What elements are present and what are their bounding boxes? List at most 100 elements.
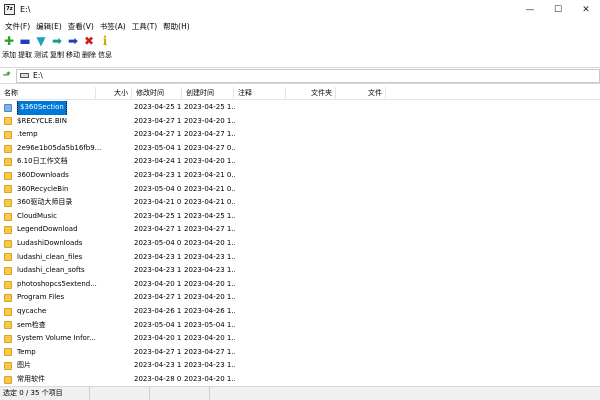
file-row[interactable]: $RECYCLE.BIN 2023-04-27 1...2023-04-20 1.… — [0, 115, 600, 129]
file-size — [120, 101, 132, 115]
file-name: sem检查 — [17, 320, 46, 329]
col-files[interactable]: 文件 — [336, 86, 386, 100]
file-row[interactable]: 360Downloads 2023-04-23 1...2023-04-21 0.… — [0, 169, 600, 183]
toolbar-button-info[interactable]: i 信息 — [97, 34, 113, 64]
address-path: E:\ — [33, 71, 43, 80]
file-name-cell: 360Downloads — [0, 169, 120, 183]
menu-help[interactable]: 帮助(H) — [160, 21, 193, 32]
file-size — [120, 196, 132, 210]
file-row[interactable]: ludashi_clean_files 2023-04-23 1...2023-0… — [0, 251, 600, 265]
file-modified: 2023-05-04 0... — [134, 238, 182, 247]
menu-edit[interactable]: 编辑(E) — [33, 21, 65, 32]
folder-icon — [4, 185, 12, 194]
file-size — [120, 332, 132, 346]
col-created[interactable]: 创建时间 — [182, 86, 234, 100]
file-name-cell: 360RecycleBin — [0, 183, 120, 197]
file-name-cell: System Volume Infor... — [0, 332, 120, 346]
file-name-cell: CloudMusic — [0, 210, 120, 224]
file-modified: 2023-04-25 1... — [134, 211, 182, 220]
address-input[interactable]: E:\ — [16, 68, 600, 83]
delete-icon: ✖ — [83, 34, 95, 48]
file-name: 图片 — [17, 361, 31, 370]
file-modified: 2023-04-23 1... — [134, 170, 182, 179]
app-icon: 7z — [4, 4, 15, 15]
file-size — [120, 291, 132, 305]
file-name-cell: 6.10日工作文档 — [0, 155, 120, 169]
drive-icon — [20, 73, 29, 78]
toolbar-button-delete[interactable]: ✖ 删除 — [81, 34, 97, 64]
menu-bookmarks[interactable]: 书签(A) — [97, 21, 129, 32]
status-bar: 选定 0 / 35 个项目 — [0, 386, 600, 400]
copy-icon: ➡ — [51, 34, 63, 48]
toolbar-button-add[interactable]: ✚ 添加 — [1, 34, 17, 64]
minimize-button[interactable]: — — [516, 0, 544, 19]
file-row[interactable]: sem检查 2023-05-04 1...2023-05-04 1... — [0, 319, 600, 333]
file-row[interactable]: Temp 2023-04-27 1...2023-04-27 1... — [0, 346, 600, 360]
folder-icon — [4, 348, 12, 357]
file-size — [120, 128, 132, 142]
toolbar-label: 提取 — [18, 51, 32, 59]
file-name: 360Downloads — [17, 170, 69, 179]
file-row[interactable]: CloudMusic 2023-04-25 1...2023-04-25 1... — [0, 210, 600, 224]
file-row[interactable]: LegendDownload 2023-04-27 1...2023-04-27 … — [0, 223, 600, 237]
file-created: 2023-04-21 0... — [184, 184, 235, 193]
col-folders[interactable]: 文件夹 — [286, 86, 336, 100]
file-row[interactable]: 6.10日工作文档 2023-04-24 1...2023-04-20 1... — [0, 155, 600, 169]
file-created: 2023-04-20 1... — [184, 116, 235, 125]
file-modified: 2023-04-21 0... — [134, 198, 182, 207]
file-created: 2023-04-20 1... — [184, 157, 235, 166]
file-modified: 2023-04-27 1... — [134, 225, 182, 234]
status-selection: 选定 0 / 35 个项目 — [0, 386, 90, 400]
folder-icon — [4, 144, 12, 153]
toolbar-button-copy[interactable]: ➡ 复制 — [49, 34, 65, 64]
file-row[interactable]: $360Section 2023-04-25 1...2023-04-25 1..… — [0, 101, 600, 115]
file-name: 6.10日工作文档 — [17, 157, 68, 166]
menu-file[interactable]: 文件(F) — [2, 21, 33, 32]
file-row[interactable]: qycache 2023-04-26 1...2023-04-26 1... — [0, 305, 600, 319]
file-row[interactable]: LudashiDownloads 2023-05-04 0...2023-04-2… — [0, 237, 600, 251]
file-created: 2023-04-20 1... — [184, 374, 235, 383]
file-modified: 2023-04-26 1... — [134, 306, 182, 315]
file-row[interactable]: 360RecycleBin 2023-05-04 0...2023-04-21 0… — [0, 183, 600, 197]
toolbar-label: 删除 — [82, 51, 96, 59]
toolbar-button-move[interactable]: ➡ 移动 — [65, 34, 81, 64]
toolbar-button-test[interactable]: ▼ 测试 — [33, 34, 49, 64]
folder-icon — [4, 334, 12, 343]
file-created: 2023-04-21 0... — [184, 170, 235, 179]
folder-icon — [4, 130, 12, 139]
extract-icon: ▬ — [19, 34, 31, 48]
toolbar-label: 复制 — [50, 51, 64, 59]
folder-icon — [4, 307, 12, 316]
col-name[interactable]: 名称 — [0, 86, 96, 100]
col-comment[interactable]: 注释 — [234, 86, 286, 100]
maximize-button[interactable]: ☐ — [544, 0, 572, 19]
folder-icon — [4, 294, 12, 303]
file-row[interactable]: Program Files 2023-04-27 1...2023-04-20 1… — [0, 291, 600, 305]
file-row[interactable]: 图片 2023-04-23 1...2023-04-23 1... — [0, 359, 600, 373]
file-created: 2023-04-27 1... — [184, 130, 235, 139]
file-row[interactable]: .temp 2023-04-27 1...2023-04-27 1... — [0, 128, 600, 142]
file-name: LegendDownload — [17, 225, 78, 234]
file-row[interactable]: System Volume Infor... 2023-04-20 1...202… — [0, 332, 600, 346]
file-row[interactable]: ludashi_clean_softs 2023-04-23 1...2023-0… — [0, 264, 600, 278]
col-modified[interactable]: 修改时间 — [132, 86, 182, 100]
toolbar: ✚ 添加 ▬ 提取 ▼ 测试 ➡ 复制 ➡ 移动 ✖ 删除 i 信息 — [0, 34, 600, 64]
file-size — [120, 278, 132, 292]
file-row[interactable]: 360驱动大师目录 2023-04-21 0...2023-04-21 0... — [0, 196, 600, 210]
file-name-cell: 360驱动大师目录 — [0, 196, 120, 210]
file-row[interactable]: 2e96e1b05da5b16fb9... 2023-05-04 1...2023… — [0, 142, 600, 156]
menu-tools[interactable]: 工具(T) — [129, 21, 160, 32]
close-button[interactable]: ✕ — [572, 0, 600, 19]
file-name: qycache — [17, 306, 47, 315]
window-title: E:\ — [20, 5, 31, 14]
file-row[interactable]: 常用软件 2023-04-28 0...2023-04-20 1... — [0, 373, 600, 386]
file-name: ludashi_clean_softs — [17, 266, 85, 275]
file-row[interactable]: photoshopcs5extend... 2023-04-20 1...2023… — [0, 278, 600, 292]
col-size[interactable]: 大小 — [96, 86, 132, 100]
file-name: System Volume Infor... — [17, 334, 96, 343]
toolbar-button-extract[interactable]: ▬ 提取 — [17, 34, 33, 64]
move-icon: ➡ — [67, 34, 79, 48]
up-folder-icon[interactable]: ⬏ — [0, 70, 14, 81]
menu-view[interactable]: 查看(V) — [65, 21, 97, 32]
title-bar: 7z E:\ — ☐ ✕ — [0, 0, 600, 19]
